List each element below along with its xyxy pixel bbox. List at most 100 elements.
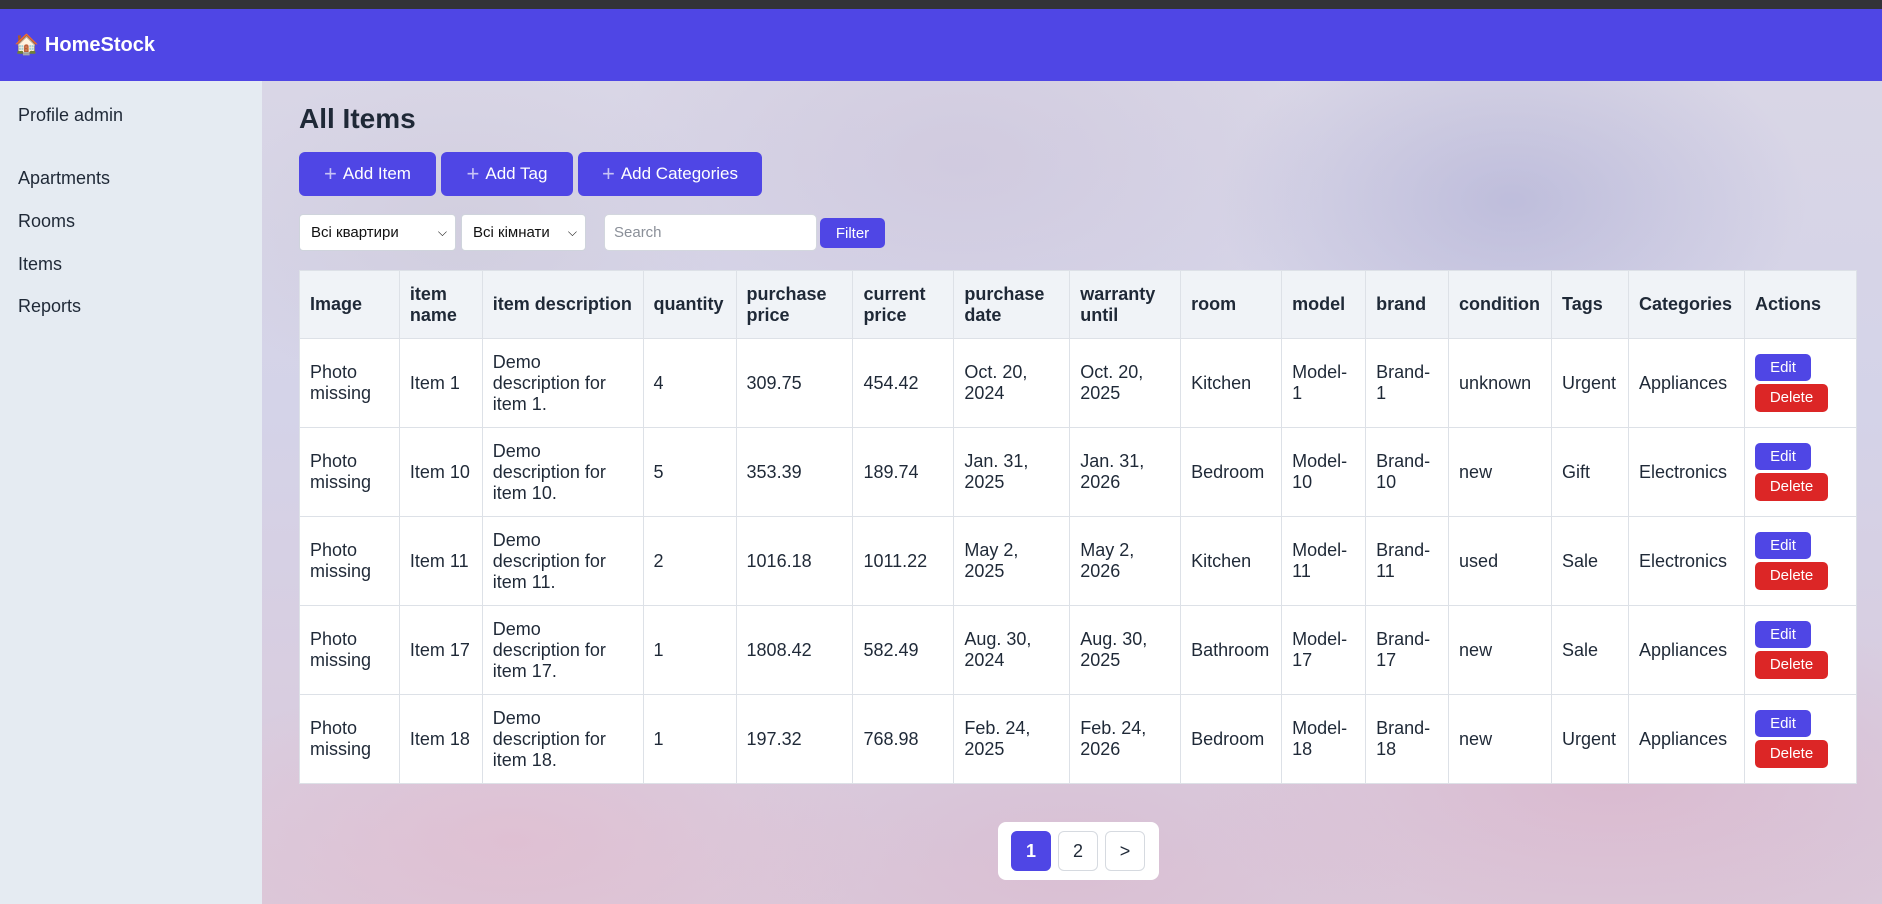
items-table: Image item name item description quantit… [299,270,1857,784]
cell-categories: Electronics [1628,427,1745,517]
cell-purchase-price: 1016.18 [735,516,854,606]
plus-icon: + [466,161,480,186]
cell-condition: unknown [1448,338,1553,428]
search-input[interactable]: Search [604,214,817,251]
cell-categories: Appliances [1628,338,1745,428]
cell-condition: new [1448,605,1553,695]
page-2-button[interactable]: 2 [1058,831,1098,871]
delete-button[interactable]: Delete [1755,740,1828,768]
add-tag-button[interactable]: + Add Tag [441,152,573,196]
cell-model: Model-17 [1281,605,1367,695]
cell-warranty-until: Jan. 31, 2026 [1069,427,1182,517]
sidebar: Profile admin Apartments Rooms Items Rep… [0,81,262,904]
cell-item-name: Item 18 [398,694,483,784]
col-header: warranty until [1069,270,1182,339]
add-tag-label: Add Tag [485,164,548,183]
next-page-button[interactable]: > [1105,831,1145,871]
house-icon: 🏠 [14,34,39,56]
delete-button[interactable]: Delete [1755,562,1828,590]
cell-actions: Edit Delete [1744,694,1857,784]
add-item-button[interactable]: + Add Item [299,152,436,196]
cell-tags: Gift [1551,427,1630,517]
col-header: quantity [642,270,737,339]
cell-current-price: 189.74 [852,427,955,517]
cell-room: Bedroom [1180,427,1283,517]
room-select[interactable]: Всі кімнати ⌵ [461,214,586,251]
cell-description: Demo description for item 18. [481,694,644,784]
cell-model: Model-10 [1281,427,1367,517]
add-categories-button[interactable]: + Add Categories [578,152,762,196]
cell-purchase-date: May 2, 2025 [953,516,1071,606]
cell-tags: Urgent [1551,338,1630,428]
delete-button[interactable]: Delete [1755,651,1828,679]
edit-button[interactable]: Edit [1755,710,1811,737]
chevron-down-icon: ⌵ [437,225,447,239]
plus-icon: + [601,161,615,186]
cell-warranty-until: Feb. 24, 2026 [1069,694,1182,784]
sidebar-item-items[interactable]: Items [18,254,62,275]
cell-description: Demo description for item 11. [481,516,644,606]
add-categories-label: Add Categories [620,164,739,183]
sidebar-item-reports[interactable]: Reports [18,296,81,317]
apartment-select[interactable]: Всі квартири ⌵ [299,214,456,251]
cell-purchase-price: 309.75 [735,338,854,428]
cell-purchase-date: Feb. 24, 2025 [953,694,1071,784]
col-header: current price [852,270,955,339]
delete-button[interactable]: Delete [1755,384,1828,412]
filter-button[interactable]: Filter [820,218,885,248]
brand-link[interactable]: 🏠 HomeStock [14,34,155,57]
cell-condition: new [1448,694,1553,784]
col-header: Image [299,270,400,339]
page-1-button[interactable]: 1 [1011,831,1051,871]
cell-current-price: 582.49 [852,605,955,695]
cell-room: Bedroom [1180,694,1283,784]
sidebar-item-rooms[interactable]: Rooms [18,211,75,232]
col-header: item description [481,270,644,339]
col-header: model [1281,270,1367,339]
edit-button[interactable]: Edit [1755,354,1811,381]
app-name: HomeStock [44,33,155,56]
cell-purchase-price: 197.32 [735,694,854,784]
col-header: condition [1448,270,1553,339]
apartment-select-value: Всі квартири [311,224,399,241]
edit-button[interactable]: Edit [1755,621,1811,648]
cell-model: Model-18 [1281,694,1367,784]
room-select-value: Всі кімнати [473,224,550,241]
cell-tags: Sale [1551,605,1630,695]
cell-image: Photo missing [299,338,400,428]
cell-actions: Edit Delete [1744,516,1857,606]
cell-warranty-until: Aug. 30, 2025 [1069,605,1182,695]
table-row: Photo missing Item 17 Demo description f… [299,605,1857,695]
cell-image: Photo missing [299,516,400,606]
cell-item-name: Item 11 [398,516,483,606]
cell-actions: Edit Delete [1744,338,1857,428]
cell-description: Demo description for item 10. [481,427,644,517]
cell-description: Demo description for item 1. [481,338,644,428]
edit-button[interactable]: Edit [1755,443,1811,470]
sidebar-item-apartments[interactable]: Apartments [18,168,110,189]
chevron-down-icon: ⌵ [567,225,577,239]
cell-brand: Brand-17 [1365,605,1450,695]
cell-current-price: 1011.22 [852,516,955,606]
cell-item-name: Item 1 [398,338,483,428]
cell-model: Model-1 [1281,338,1367,428]
cell-current-price: 454.42 [852,338,955,428]
delete-button[interactable]: Delete [1755,473,1828,501]
cell-quantity: 5 [642,427,737,517]
cell-purchase-date: Jan. 31, 2025 [953,427,1071,517]
search-placeholder: Search [614,224,662,241]
cell-condition: new [1448,427,1553,517]
cell-brand: Brand-11 [1365,516,1450,606]
cell-quantity: 4 [642,338,737,428]
cell-categories: Appliances [1628,605,1745,695]
cell-purchase-price: 353.39 [735,427,854,517]
edit-button[interactable]: Edit [1755,532,1811,559]
table-header-row: Image item name item description quantit… [299,270,1857,339]
plus-icon: + [324,161,337,186]
cell-item-name: Item 17 [398,605,483,695]
cell-current-price: 768.98 [852,694,955,784]
sidebar-profile-link[interactable]: Profile admin [18,105,123,126]
table-row: Photo missing Item 18 Demo description f… [299,694,1857,784]
cell-room: Kitchen [1180,516,1283,606]
col-header: Actions [1744,270,1857,339]
